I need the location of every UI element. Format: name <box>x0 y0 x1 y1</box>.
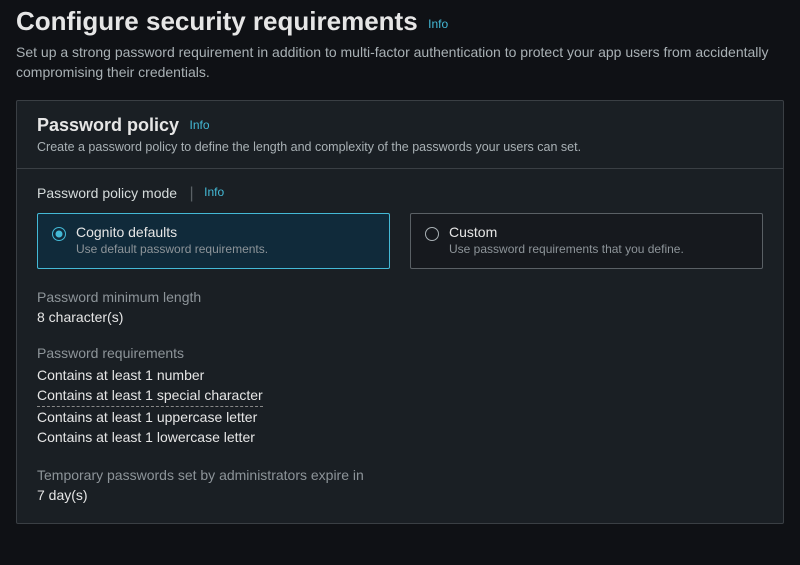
radio-title: Custom <box>449 224 684 240</box>
policy-mode-info-link[interactable]: Info <box>204 185 224 199</box>
panel-description: Create a password policy to define the l… <box>37 140 763 154</box>
radio-cognito-defaults[interactable]: Cognito defaults Use default password re… <box>37 213 390 269</box>
panel-title: Password policy <box>37 115 179 135</box>
label-divider: | <box>190 185 194 202</box>
temp-password-label: Temporary passwords set by administrator… <box>37 467 763 483</box>
temp-password-value: 7 day(s) <box>37 487 763 503</box>
requirements-label: Password requirements <box>37 345 763 361</box>
password-policy-panel: Password policy Info Create a password p… <box>16 100 784 524</box>
requirement-item: Contains at least 1 uppercase letter <box>37 407 763 427</box>
min-length-label: Password minimum length <box>37 289 763 305</box>
requirement-item: Contains at least 1 special character <box>37 385 263 406</box>
policy-mode-label: Password policy mode <box>37 185 177 201</box>
requirement-item: Contains at least 1 lowercase letter <box>37 427 763 447</box>
radio-icon <box>52 227 66 241</box>
panel-info-link[interactable]: Info <box>190 118 210 132</box>
min-length-value: 8 character(s) <box>37 309 763 325</box>
page-info-link[interactable]: Info <box>428 17 448 31</box>
page-title: Configure security requirements <box>16 6 418 36</box>
radio-custom[interactable]: Custom Use password requirements that yo… <box>410 213 763 269</box>
radio-desc: Use password requirements that you defin… <box>449 242 684 256</box>
requirement-item: Contains at least 1 number <box>37 365 763 385</box>
radio-desc: Use default password requirements. <box>76 242 268 256</box>
radio-title: Cognito defaults <box>76 224 268 240</box>
page-description: Set up a strong password requirement in … <box>16 43 776 82</box>
radio-icon <box>425 227 439 241</box>
